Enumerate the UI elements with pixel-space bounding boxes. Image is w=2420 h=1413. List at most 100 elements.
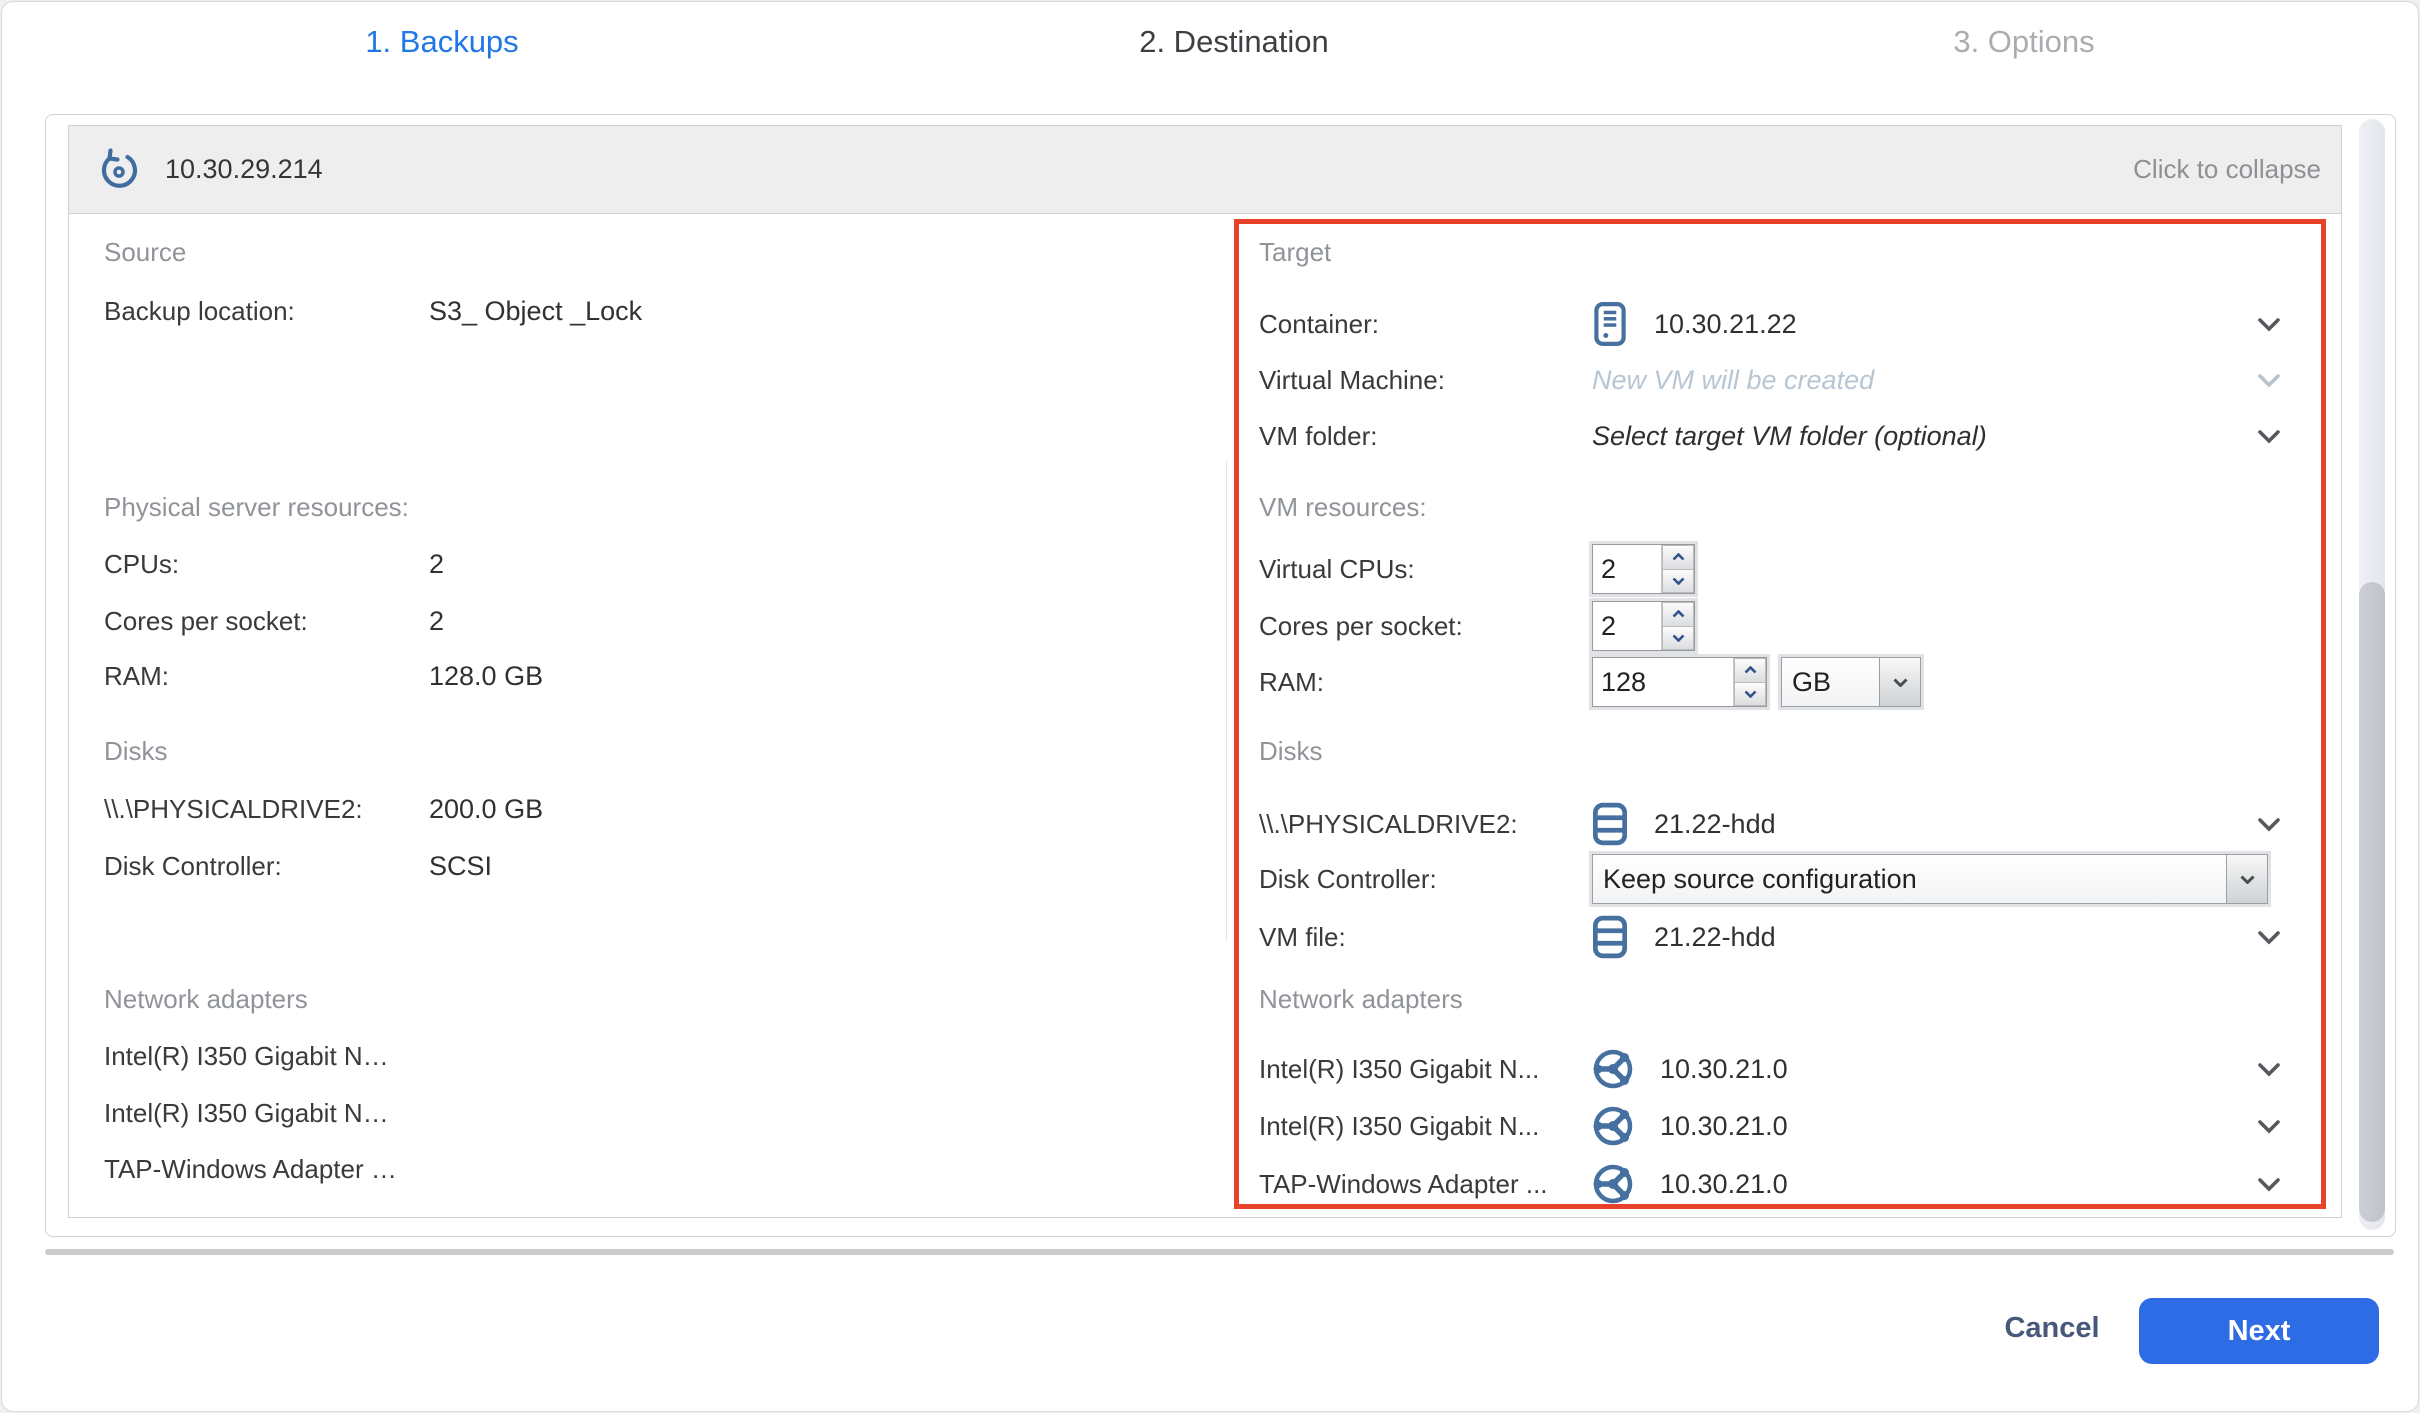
- network-icon: [1592, 1105, 1634, 1147]
- host-header[interactable]: 10.30.29.214 Click to collapse: [69, 126, 2341, 214]
- target-title: Target: [1259, 237, 1331, 267]
- disk-controller-dropdown-icon[interactable]: [2226, 855, 2267, 903]
- virtual-machine-row: Virtual Machine: New VM will be created: [1259, 352, 2309, 408]
- target-adapter-row: Intel(R) I350 Gigabit N... 10.30.21.0: [1259, 1098, 2309, 1154]
- collapse-hint[interactable]: Click to collapse: [2133, 154, 2321, 185]
- source-title: Source: [104, 237, 186, 267]
- wizard-dialog: 1. Backups 2. Destination 3. Options 10.…: [1, 1, 2419, 1412]
- target-adapter-2-label: Intel(R) I350 Gigabit N...: [1259, 1111, 1592, 1142]
- horizontal-scrollbar[interactable]: [45, 1249, 2394, 1255]
- disk-icon: [1592, 915, 1628, 959]
- server-icon: [1592, 301, 1628, 347]
- target-adapter-2-value: 10.30.21.0: [1660, 1111, 1788, 1142]
- backup-location-label: Backup location:: [104, 296, 429, 327]
- target-controller-row: Disk Controller: Keep source configurati…: [1259, 851, 2309, 907]
- target-adapter-1-label: Intel(R) I350 Gigabit N...: [1259, 1054, 1592, 1085]
- ram-spin-buttons: [1733, 658, 1766, 706]
- restore-icon: [97, 148, 141, 192]
- virtual-cpus-input[interactable]: [1593, 545, 1661, 593]
- backup-location-value: S3_ Object _Lock: [429, 296, 642, 327]
- target-drive-dropdown-chevron-icon[interactable]: [2257, 817, 2281, 832]
- virtual-cpus-label: Virtual CPUs:: [1259, 554, 1592, 585]
- ram-unit-select[interactable]: GB: [1781, 657, 1921, 707]
- step-nav: 1. Backups 2. Destination 3. Options: [2, 22, 2418, 68]
- vm-folder-row: VM folder: Select target VM folder (opti…: [1259, 408, 2309, 464]
- vm-folder-dropdown-chevron-icon[interactable]: [2257, 429, 2281, 444]
- spin-up-button[interactable]: [1734, 658, 1766, 682]
- vertical-scrollbar-thumb[interactable]: [2359, 582, 2385, 1222]
- spin-up-button[interactable]: [1662, 545, 1694, 569]
- target-adapter-3-value: 10.30.21.0: [1660, 1169, 1788, 1200]
- step-destination[interactable]: 2. Destination: [1139, 24, 1329, 60]
- source-controller-label: Disk Controller:: [104, 851, 429, 882]
- step-options[interactable]: 3. Options: [1953, 24, 2094, 60]
- source-adapter-1: Intel(R) I350 Gigabit N…: [104, 1041, 389, 1072]
- source-adapter-row: Intel(R) I350 Gigabit N…: [104, 1028, 1204, 1084]
- next-button[interactable]: Next: [2139, 1298, 2379, 1364]
- source-cpus-value: 2: [429, 549, 444, 580]
- virtual-cpus-row: Virtual CPUs:: [1259, 541, 2309, 597]
- vm-folder-label: VM folder:: [1259, 421, 1592, 452]
- ram-unit-value: GB: [1782, 658, 1879, 706]
- adapter-dropdown-chevron-icon[interactable]: [2257, 1119, 2281, 1134]
- source-cores-value: 2: [429, 606, 444, 637]
- vertical-scrollbar[interactable]: [2359, 119, 2385, 1230]
- virtual-machine-placeholder: New VM will be created: [1592, 365, 1874, 396]
- source-adapter-3: TAP-Windows Adapter …: [104, 1154, 397, 1185]
- host-section: 10.30.29.214 Click to collapse Source Ba…: [68, 125, 2342, 1218]
- vm-folder-placeholder[interactable]: Select target VM folder (optional): [1592, 421, 1987, 452]
- physical-resources-header: Physical server resources:: [104, 492, 409, 522]
- host-ip: 10.30.29.214: [165, 154, 323, 185]
- source-drive-row: \\.\PHYSICALDRIVE2: 200.0 GB: [104, 781, 1204, 837]
- target-drive-value: 21.22-hdd: [1654, 809, 1776, 840]
- source-controller-value: SCSI: [429, 851, 492, 882]
- vm-file-dropdown-chevron-icon[interactable]: [2257, 930, 2281, 945]
- adapter-dropdown-chevron-icon[interactable]: [2257, 1062, 2281, 1077]
- target-ram-label: RAM:: [1259, 667, 1592, 698]
- cancel-button[interactable]: Cancel: [2004, 1312, 2099, 1345]
- backup-location-row: Backup location: S3_ Object _Lock: [104, 283, 1204, 339]
- container-label: Container:: [1259, 309, 1592, 340]
- ram-stepper[interactable]: [1592, 657, 1767, 707]
- spin-down-button[interactable]: [1662, 569, 1694, 594]
- target-adapter-row: TAP-Windows Adapter ... 10.30.21.0: [1259, 1156, 2309, 1212]
- ram-input[interactable]: [1593, 658, 1733, 706]
- ram-unit-dropdown-icon[interactable]: [1879, 658, 1920, 706]
- spin-down-button[interactable]: [1734, 682, 1766, 707]
- disk-controller-select[interactable]: Keep source configuration: [1592, 854, 2268, 904]
- cores-per-socket-input[interactable]: [1593, 602, 1661, 650]
- target-drive-row: \\.\PHYSICALDRIVE2: 21.22-hdd: [1259, 796, 2309, 852]
- vm-file-row: VM file: 21.22-hdd: [1259, 909, 2309, 965]
- target-adapter-row: Intel(R) I350 Gigabit N... 10.30.21.0: [1259, 1041, 2309, 1097]
- network-icon: [1592, 1163, 1634, 1205]
- virtual-machine-dropdown-chevron-icon[interactable]: [2257, 373, 2281, 388]
- target-drive-label: \\.\PHYSICALDRIVE2:: [1259, 809, 1592, 840]
- container-dropdown-chevron-icon[interactable]: [2257, 317, 2281, 332]
- vm-file-value: 21.22-hdd: [1654, 922, 1776, 953]
- source-cpus-row: CPUs: 2: [104, 536, 1204, 592]
- cores-per-socket-stepper[interactable]: [1592, 601, 1695, 651]
- container-row: Container: 10.30.21.22: [1259, 296, 2309, 352]
- target-disks-header: Disks: [1259, 736, 1323, 766]
- source-ram-row: RAM: 128.0 GB: [104, 648, 1204, 704]
- target-ram-row: RAM: GB: [1259, 654, 2309, 710]
- next-button-label: Next: [2228, 1315, 2291, 1348]
- target-adapter-1-value: 10.30.21.0: [1660, 1054, 1788, 1085]
- source-drive-value: 200.0 GB: [429, 794, 543, 825]
- spin-up-button[interactable]: [1662, 602, 1694, 626]
- virtual-cpus-stepper[interactable]: [1592, 544, 1695, 594]
- vm-file-label: VM file:: [1259, 922, 1592, 953]
- target-adapter-3-label: TAP-Windows Adapter ...: [1259, 1169, 1592, 1200]
- network-icon: [1592, 1048, 1634, 1090]
- source-adapter-row: TAP-Windows Adapter …: [104, 1141, 1204, 1197]
- step-backups[interactable]: 1. Backups: [365, 24, 518, 60]
- content-scroll-area: 10.30.29.214 Click to collapse Source Ba…: [45, 114, 2396, 1237]
- cores-spin-buttons: [1661, 602, 1694, 650]
- disk-icon: [1592, 802, 1628, 846]
- source-ram-value: 128.0 GB: [429, 661, 543, 692]
- adapter-dropdown-chevron-icon[interactable]: [2257, 1177, 2281, 1192]
- spin-down-button[interactable]: [1662, 626, 1694, 651]
- target-network-header: Network adapters: [1259, 984, 1463, 1014]
- disk-controller-value: Keep source configuration: [1593, 855, 2226, 903]
- source-cpus-label: CPUs:: [104, 549, 429, 580]
